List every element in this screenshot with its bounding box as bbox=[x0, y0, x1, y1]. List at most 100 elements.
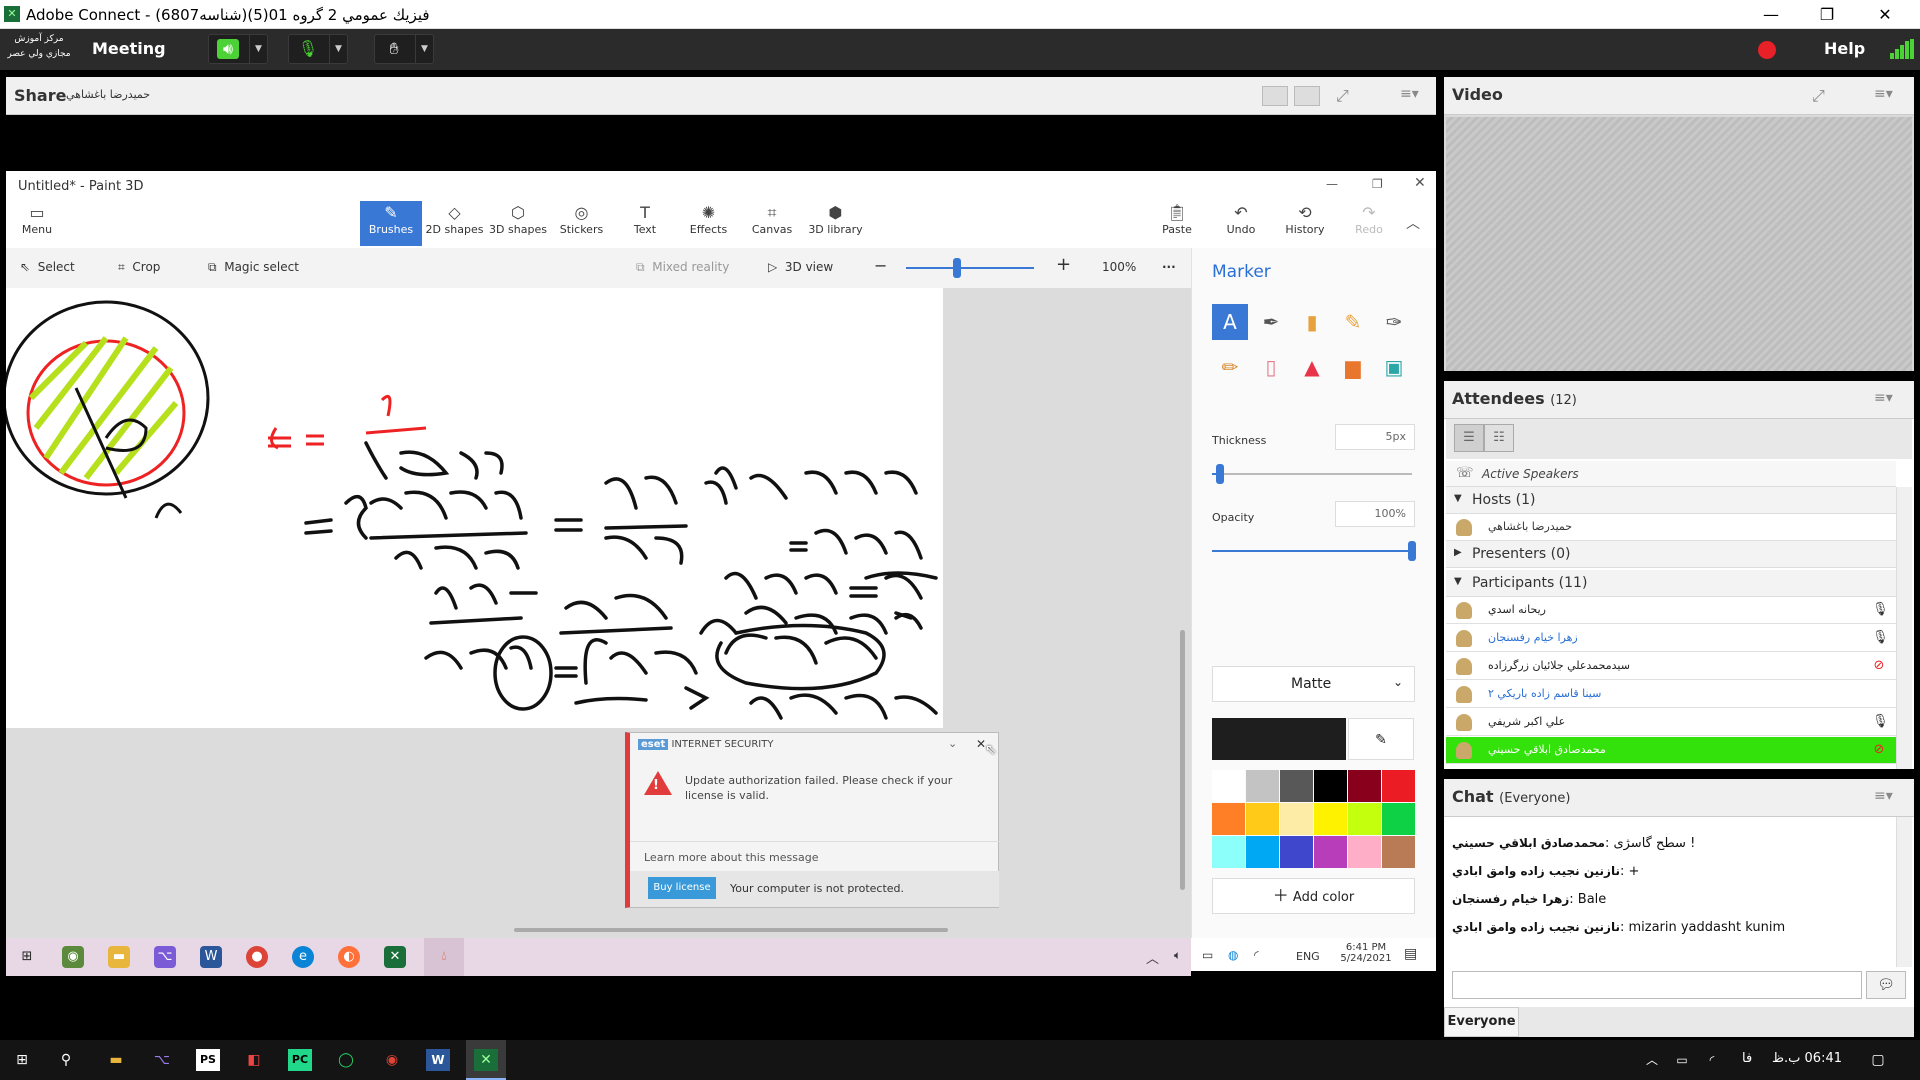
chat-scrollbar[interactable] bbox=[1896, 817, 1912, 967]
tool-text[interactable]: T Text bbox=[614, 201, 676, 246]
pod-options-icon[interactable]: ≡▾ bbox=[1874, 788, 1893, 804]
windows-start-icon[interactable]: ⊞ bbox=[10, 1049, 34, 1071]
everyone-tab[interactable]: Everyone bbox=[1444, 1007, 1519, 1037]
pycharm-ce-icon[interactable]: PC bbox=[288, 1049, 312, 1071]
palette-swatch[interactable] bbox=[1212, 803, 1245, 835]
pixel-pen-icon[interactable]: ✑ bbox=[1376, 304, 1412, 340]
tool-redo[interactable]: ↷ Redo bbox=[1338, 201, 1400, 246]
palette-swatch[interactable] bbox=[1246, 836, 1279, 868]
magic-select-tool[interactable]: ⧉ Magic select bbox=[208, 260, 299, 275]
drawing-canvas[interactable] bbox=[2, 288, 943, 728]
tool-3d-library[interactable]: ⬢ 3D library bbox=[805, 201, 867, 246]
more-options-icon[interactable]: ··· bbox=[1162, 260, 1176, 274]
finish-dropdown[interactable]: Matte ⌄ bbox=[1212, 666, 1415, 702]
chrome-icon[interactable]: ● bbox=[246, 946, 268, 968]
microphone-button[interactable]: 🎙︎ ▼ bbox=[288, 34, 348, 64]
participant-row[interactable]: محمدصادق ابلاقي حسيني ⊘ bbox=[1446, 737, 1896, 764]
mixed-reality-tool[interactable]: ⧉ Mixed reality bbox=[636, 260, 729, 275]
zoom-in-icon[interactable]: + bbox=[1056, 254, 1071, 275]
crayon-icon[interactable]: ▲ bbox=[1294, 349, 1330, 385]
windows-start-icon[interactable]: ⊞ bbox=[16, 946, 38, 968]
restore-icon[interactable]: ❐ bbox=[1804, 0, 1850, 29]
thickness-slider-thumb[interactable] bbox=[1216, 464, 1224, 484]
notifications-icon[interactable]: ▢ bbox=[1866, 1049, 1890, 1071]
vertical-scrollbar[interactable] bbox=[1180, 630, 1185, 890]
calligraphy-pen-icon[interactable]: ✒ bbox=[1253, 304, 1289, 340]
tool-effects[interactable]: ✺ Effects bbox=[678, 201, 740, 246]
palette-swatch[interactable] bbox=[1246, 770, 1279, 802]
pod-options-icon[interactable]: ≡▾ bbox=[1400, 86, 1419, 102]
clock[interactable]: 6:41 PM 5/24/2021 bbox=[1336, 942, 1396, 964]
participant-row[interactable]: زهرا خيام رفسنجان 🎙︎ bbox=[1446, 625, 1896, 652]
select-tool[interactable]: ⇖ Select bbox=[20, 260, 75, 274]
tray-arrow-icon[interactable]: ︿ bbox=[1146, 948, 1159, 967]
thickness-input[interactable]: 5px bbox=[1335, 424, 1415, 450]
eyedropper-icon[interactable]: ✎ bbox=[1348, 718, 1414, 760]
marker-icon[interactable]: A bbox=[1212, 304, 1248, 340]
adobe-connect-icon[interactable]: ✕ bbox=[384, 946, 406, 968]
crop-tool[interactable]: ⌗ Crop bbox=[118, 260, 160, 275]
zoom-out-icon[interactable]: − bbox=[874, 256, 887, 275]
word-icon[interactable]: W bbox=[426, 1049, 450, 1071]
thickness-slider-track[interactable] bbox=[1212, 473, 1412, 475]
edge-icon[interactable]: e bbox=[292, 946, 314, 968]
buy-license-button[interactable]: Buy license bbox=[648, 877, 716, 899]
palette-swatch[interactable] bbox=[1280, 836, 1313, 868]
spray-can-icon[interactable]: ▆ bbox=[1335, 349, 1371, 385]
participants-group[interactable]: ▼ Participants (11) bbox=[1446, 570, 1896, 597]
word-icon[interactable]: W bbox=[200, 946, 222, 968]
attendees-scrollbar[interactable] bbox=[1896, 487, 1912, 769]
send-icon[interactable]: 💬︎ bbox=[1866, 971, 1906, 999]
eraser-icon[interactable]: ▯ bbox=[1253, 349, 1289, 385]
palette-swatch[interactable] bbox=[1382, 770, 1415, 802]
meeting-menu[interactable]: Meeting bbox=[92, 39, 166, 58]
presenters-group[interactable]: ▶ Presenters (0) bbox=[1446, 541, 1896, 568]
palette-swatch[interactable] bbox=[1348, 803, 1381, 835]
list-view-icon[interactable]: ☰ bbox=[1454, 424, 1484, 452]
hosts-group[interactable]: ▼ Hosts (1) bbox=[1446, 487, 1896, 514]
pod-options-icon[interactable]: ≡▾ bbox=[1874, 390, 1893, 406]
restore-icon[interactable]: ❐ bbox=[1372, 177, 1383, 191]
palette-swatch[interactable] bbox=[1212, 836, 1245, 868]
oil-brush-icon[interactable]: ▮ bbox=[1294, 304, 1330, 340]
battery-icon[interactable]: ▭ bbox=[1202, 948, 1213, 962]
notifications-icon[interactable]: ▤ bbox=[1404, 946, 1417, 962]
help-menu[interactable]: Help bbox=[1824, 39, 1865, 58]
add-color-button[interactable]: ＋ Add color bbox=[1212, 878, 1415, 914]
palette-swatch[interactable] bbox=[1246, 803, 1279, 835]
tool-3d-shapes[interactable]: ⬡ 3D shapes bbox=[487, 201, 549, 246]
tool-sticker[interactable]: ◎ Stickers bbox=[551, 201, 613, 246]
collapse-icon[interactable]: ︿ bbox=[1406, 213, 1420, 233]
tool-history[interactable]: ⟲ History bbox=[1274, 201, 1336, 246]
file-explorer-icon[interactable]: ▬ bbox=[108, 946, 130, 968]
current-color-swatch[interactable] bbox=[1212, 718, 1346, 760]
participant-row[interactable]: ريحانه اسدي 🎙︎ bbox=[1446, 597, 1896, 624]
tool-canvas[interactable]: ⌗ Canvas bbox=[741, 201, 803, 246]
palette-swatch[interactable] bbox=[1348, 836, 1381, 868]
rider-icon[interactable]: ◧ bbox=[242, 1049, 266, 1071]
zoom-slider-thumb[interactable] bbox=[953, 258, 962, 278]
participant-row[interactable]: سيدمحمدعلي جلائيان زرگرزاده ⊘ bbox=[1446, 653, 1896, 680]
opacity-input[interactable]: 100% bbox=[1335, 501, 1415, 527]
search-icon[interactable]: ⚲ bbox=[54, 1049, 78, 1071]
chat-input[interactable] bbox=[1452, 971, 1862, 999]
tray-arrow-icon[interactable]: ︿ bbox=[1640, 1049, 1664, 1071]
zoom-slider-track[interactable] bbox=[906, 267, 1034, 269]
fill-bucket-icon[interactable]: ▣ bbox=[1376, 349, 1412, 385]
palette-swatch[interactable] bbox=[1382, 836, 1415, 868]
clock[interactable]: 06:41 ب.ظ bbox=[1772, 1051, 1842, 1066]
minimize-icon[interactable]: — bbox=[1326, 177, 1338, 191]
chevron-down-icon[interactable]: ▼ bbox=[329, 35, 347, 63]
tool-brush[interactable]: ✎ Brushes bbox=[360, 201, 422, 246]
record-icon[interactable] bbox=[1758, 41, 1776, 59]
palette-swatch[interactable] bbox=[1314, 770, 1347, 802]
palette-swatch[interactable] bbox=[1348, 770, 1381, 802]
tool-undo[interactable]: ↶ Undo bbox=[1210, 201, 1272, 246]
tool-2d-shapes[interactable]: ◇ 2D shapes bbox=[424, 201, 486, 246]
opacity-slider-thumb[interactable] bbox=[1408, 541, 1416, 561]
pycharm-icon[interactable]: PS bbox=[196, 1049, 220, 1071]
wifi-icon[interactable]: ◜ bbox=[1254, 948, 1259, 962]
participant-row[interactable]: سينا قاسم زاده باريكي ۲ bbox=[1446, 681, 1896, 708]
visual-studio-icon[interactable]: ⌥ bbox=[150, 1049, 174, 1071]
layout-small-icon[interactable] bbox=[1262, 86, 1288, 106]
